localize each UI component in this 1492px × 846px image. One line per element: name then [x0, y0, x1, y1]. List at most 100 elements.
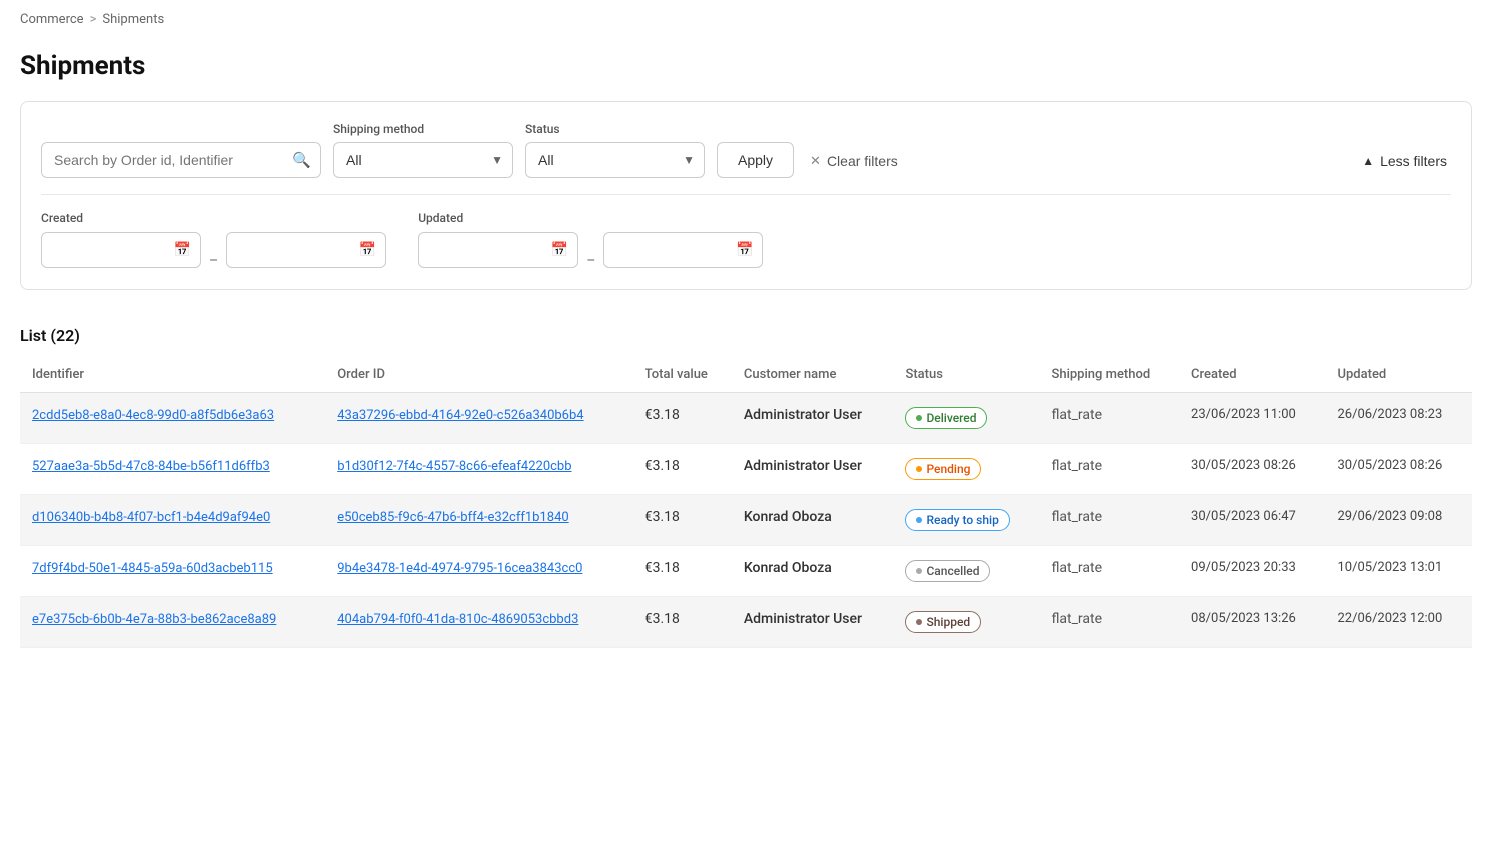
cell-created: 30/05/2023 06:47: [1179, 495, 1325, 546]
updated-to-input[interactable]: [603, 232, 763, 268]
cell-total-value: €3.18: [633, 393, 732, 444]
order-id-link[interactable]: 404ab794-f0f0-41da-810c-4869053cbbd3: [337, 612, 578, 627]
clear-filters-label: Clear filters: [827, 153, 898, 169]
table-row: 2cdd5eb8-e8a0-4ec8-99d0-a8f5db6e3a63 43a…: [20, 393, 1472, 444]
cell-updated: 10/05/2023 13:01: [1325, 546, 1472, 597]
apply-button[interactable]: Apply: [717, 142, 794, 178]
filter-row-2: Created 📅 – 📅 Updated 📅: [41, 194, 1451, 269]
updated-label: Updated: [418, 211, 763, 225]
page-header: Shipments: [0, 39, 1492, 101]
search-input[interactable]: [41, 142, 321, 178]
created-from-input[interactable]: [41, 232, 201, 268]
list-header: List (22): [20, 310, 1472, 357]
updated-date-range-inputs: 📅 – 📅: [418, 231, 763, 269]
list-section: List (22) Identifier Order ID Total valu…: [20, 310, 1472, 648]
identifier-link[interactable]: e7e375cb-6b0b-4e7a-88b3-be862ace8a89: [32, 612, 276, 627]
cell-order-id: 9b4e3478-1e4d-4974-9795-16cea3843cc0: [325, 546, 633, 597]
table-header-row: Identifier Order ID Total value Customer…: [20, 357, 1472, 393]
cell-created: 30/05/2023 08:26: [1179, 444, 1325, 495]
cell-status: Delivered: [893, 393, 1039, 444]
shipping-method-select[interactable]: All flat_rate free_shipping local_pickup: [333, 142, 513, 178]
less-filters-button[interactable]: ▲ Less filters: [1358, 144, 1451, 178]
cell-total-value: €3.18: [633, 495, 732, 546]
col-status: Status: [893, 357, 1039, 393]
order-id-link[interactable]: b1d30f12-7f4c-4557-8c66-efeaf4220cbb: [337, 459, 571, 474]
col-updated: Updated: [1325, 357, 1472, 393]
table-row: 7df9f4bd-50e1-4845-a59a-60d3acbeb115 9b4…: [20, 546, 1472, 597]
cell-identifier: 2cdd5eb8-e8a0-4ec8-99d0-a8f5db6e3a63: [20, 393, 325, 444]
filter-panel: 🔍 Shipping method All flat_rate free_shi…: [20, 101, 1472, 290]
cell-status: Cancelled: [893, 546, 1039, 597]
table-row: d106340b-b4b8-4f07-bcf1-b4e4d9af94e0 e50…: [20, 495, 1472, 546]
chevron-up-icon: ▲: [1362, 154, 1374, 168]
cell-customer-name: Administrator User: [732, 444, 894, 495]
cell-shipping-method: flat_rate: [1039, 444, 1179, 495]
cell-shipping-method: flat_rate: [1039, 546, 1179, 597]
order-id-link[interactable]: 9b4e3478-1e4d-4974-9795-16cea3843cc0: [337, 561, 582, 576]
table-row: e7e375cb-6b0b-4e7a-88b3-be862ace8a89 404…: [20, 597, 1472, 648]
cell-identifier: 7df9f4bd-50e1-4845-a59a-60d3acbeb115: [20, 546, 325, 597]
search-field-wrapper: 🔍: [41, 142, 321, 178]
cell-order-id: 404ab794-f0f0-41da-810c-4869053cbbd3: [325, 597, 633, 648]
cell-status: Ready to ship: [893, 495, 1039, 546]
cell-created: 23/06/2023 11:00: [1179, 393, 1325, 444]
status-badge: Ready to ship: [905, 509, 1009, 531]
cell-order-id: 43a37296-ebbd-4164-92e0-c526a340b6b4: [325, 393, 633, 444]
cell-total-value: €3.18: [633, 546, 732, 597]
close-icon: ✕: [810, 153, 821, 169]
cell-shipping-method: flat_rate: [1039, 393, 1179, 444]
status-badge: Cancelled: [905, 560, 990, 582]
created-from-wrapper: 📅: [41, 232, 201, 268]
date-separator-updated: –: [582, 253, 599, 269]
cell-customer-name: Konrad Oboza: [732, 495, 894, 546]
cell-total-value: €3.18: [633, 597, 732, 648]
cell-status: Pending: [893, 444, 1039, 495]
status-dot: [916, 619, 922, 625]
identifier-link[interactable]: d106340b-b4b8-4f07-bcf1-b4e4d9af94e0: [32, 510, 270, 525]
col-shipping-method: Shipping method: [1039, 357, 1179, 393]
identifier-link[interactable]: 527aae3a-5b5d-47c8-84be-b56f11d6ffb3: [32, 459, 270, 474]
identifier-link[interactable]: 2cdd5eb8-e8a0-4ec8-99d0-a8f5db6e3a63: [32, 408, 274, 423]
cell-customer-name: Konrad Oboza: [732, 546, 894, 597]
status-badge: Delivered: [905, 407, 987, 429]
cell-shipping-method: flat_rate: [1039, 597, 1179, 648]
created-to-input[interactable]: [226, 232, 386, 268]
cell-order-id: b1d30f12-7f4c-4557-8c66-efeaf4220cbb: [325, 444, 633, 495]
less-filters-label: Less filters: [1380, 153, 1447, 169]
cell-total-value: €3.18: [633, 444, 732, 495]
page-title: Shipments: [20, 51, 1472, 81]
col-order-id: Order ID: [325, 357, 633, 393]
updated-from-wrapper: 📅: [418, 232, 578, 268]
breadcrumb: Commerce > Shipments: [0, 0, 1492, 39]
breadcrumb-parent[interactable]: Commerce: [20, 12, 84, 27]
cell-updated: 30/05/2023 08:26: [1325, 444, 1472, 495]
status-dot: [916, 517, 922, 523]
updated-to-wrapper: 📅: [603, 232, 763, 268]
cell-customer-name: Administrator User: [732, 393, 894, 444]
shipping-method-filter-group: Shipping method All flat_rate free_shipp…: [333, 122, 513, 178]
col-total-value: Total value: [633, 357, 732, 393]
cell-identifier: 527aae3a-5b5d-47c8-84be-b56f11d6ffb3: [20, 444, 325, 495]
table-row: 527aae3a-5b5d-47c8-84be-b56f11d6ffb3 b1d…: [20, 444, 1472, 495]
cell-status: Shipped: [893, 597, 1039, 648]
search-icon: 🔍: [292, 151, 311, 169]
order-id-link[interactable]: 43a37296-ebbd-4164-92e0-c526a340b6b4: [337, 408, 583, 423]
date-separator-created: –: [205, 253, 222, 269]
status-dot: [916, 466, 922, 472]
cell-updated: 29/06/2023 09:08: [1325, 495, 1472, 546]
clear-filters-button[interactable]: ✕ Clear filters: [806, 144, 902, 178]
created-to-wrapper: 📅: [226, 232, 386, 268]
status-badge: Pending: [905, 458, 981, 480]
cell-identifier: e7e375cb-6b0b-4e7a-88b3-be862ace8a89: [20, 597, 325, 648]
status-select[interactable]: All Delivered Pending Ready to ship Canc…: [525, 142, 705, 178]
cell-identifier: d106340b-b4b8-4f07-bcf1-b4e4d9af94e0: [20, 495, 325, 546]
order-id-link[interactable]: e50ceb85-f9c6-47b6-bff4-e32cff1b1840: [337, 510, 568, 525]
breadcrumb-separator: >: [90, 12, 97, 27]
breadcrumb-current: Shipments: [102, 12, 164, 27]
col-customer-name: Customer name: [732, 357, 894, 393]
col-identifier: Identifier: [20, 357, 325, 393]
updated-from-input[interactable]: [418, 232, 578, 268]
identifier-link[interactable]: 7df9f4bd-50e1-4845-a59a-60d3acbeb115: [32, 561, 273, 576]
cell-shipping-method: flat_rate: [1039, 495, 1179, 546]
cell-updated: 26/06/2023 08:23: [1325, 393, 1472, 444]
